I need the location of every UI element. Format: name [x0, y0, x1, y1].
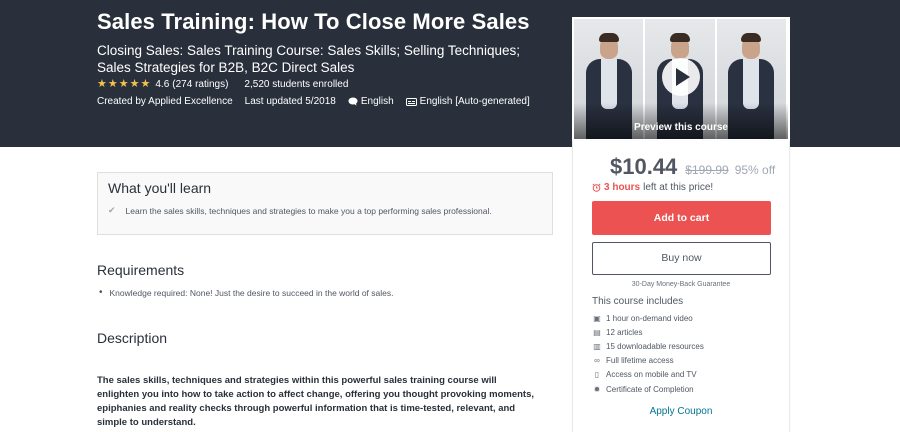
rating-count: (274 ratings)	[172, 79, 229, 90]
star-icon: ★	[107, 78, 118, 90]
what-you-learn: What you'll learn ✔ Learn the sales skil…	[97, 172, 553, 235]
includes-item: ✹ Certificate of Completion	[592, 382, 704, 396]
includes-item: ▥ 15 downloadable resources	[592, 339, 704, 353]
mobile-icon: ▯	[594, 370, 600, 380]
play-icon	[676, 68, 690, 86]
requirements-title: Requirements	[97, 262, 185, 278]
price-row: $10.44 $199.99 95% off	[610, 154, 775, 180]
speech-bubble-icon	[348, 97, 358, 106]
rating-row: ★ ★ ★ ★ ★ 4.6 (274 ratings) 2,520 studen…	[97, 79, 349, 91]
preview-label: Preview this course	[634, 122, 728, 133]
current-price: $10.44	[610, 154, 678, 179]
timer-text: left at this price!	[643, 182, 714, 193]
requirement-item: • Knowledge required: None! Just the des…	[99, 287, 394, 298]
course-meta: Created by Applied Excellence Last updat…	[97, 96, 542, 107]
course-title: Sales Training: How To Close More Sales	[97, 9, 530, 34]
original-price: $199.99	[685, 163, 729, 177]
includes-title: This course includes	[592, 296, 684, 307]
includes-item-label: Full lifetime access	[606, 356, 674, 366]
includes-item-label: Certificate of Completion	[606, 384, 694, 394]
includes-item-label: 12 articles	[606, 327, 643, 337]
bullet-icon: •	[99, 287, 103, 298]
includes-item: ▤ 12 articles	[592, 325, 704, 339]
includes-item-label: Access on mobile and TV	[606, 370, 697, 380]
rating-value: 4.6	[155, 79, 170, 90]
star-icon: ★	[129, 78, 140, 90]
checkmark-icon: ✔	[108, 205, 116, 215]
discount-percent: 95% off	[734, 163, 776, 177]
learn-item: ✔ Learn the sales skills, techniques and…	[108, 205, 492, 216]
article-icon: ▤	[593, 327, 601, 337]
purchase-sidebar: $10.44 $199.99 95% off 3 hours left at t…	[572, 141, 790, 432]
learn-title: What you'll learn	[108, 180, 212, 196]
students-enrolled: 2,520 students enrolled	[244, 79, 349, 90]
star-icon: ★	[97, 78, 107, 90]
sale-timer: 3 hours left at this price!	[592, 182, 713, 193]
includes-item: ∞ Full lifetime access	[592, 354, 704, 368]
language: English	[348, 96, 394, 107]
captions-label: English [Auto-generated]	[419, 96, 530, 107]
infinity-icon: ∞	[594, 356, 600, 366]
money-back-guarantee: 30-Day Money-Back Guarantee	[631, 281, 731, 288]
download-icon: ▥	[593, 341, 601, 351]
description-text: The sales skills, techniques and strateg…	[97, 375, 535, 428]
play-button[interactable]	[662, 58, 700, 96]
captions: English [Auto-generated]	[405, 96, 530, 107]
video-icon: ▣	[593, 313, 601, 323]
star-half-icon: ★	[140, 78, 151, 90]
learn-item-text: Learn the sales skills, techniques and s…	[125, 205, 492, 216]
star-icon: ★	[118, 78, 129, 90]
description-title: Description	[97, 330, 168, 346]
apply-coupon-link[interactable]: Apply Coupon	[573, 406, 789, 417]
language-label: English	[360, 96, 394, 107]
created-by[interactable]: Created by Applied Excellence	[97, 96, 233, 107]
add-to-cart-button[interactable]: Add to cart	[592, 201, 771, 235]
includes-item-label: 1 hour on-demand video	[606, 313, 693, 323]
course-subtitle: Closing Sales: Sales Training Course: Sa…	[97, 43, 520, 75]
last-updated: Last updated 5/2018	[244, 96, 336, 107]
includes-item: ▯ Access on mobile and TV	[592, 368, 704, 382]
timer-hours: 3 hours	[604, 182, 641, 193]
course-preview[interactable]: Preview this course	[572, 17, 790, 141]
includes-item-label: 15 downloadable resources	[606, 341, 704, 351]
rating-stars: ★ ★ ★ ★ ★	[97, 79, 151, 90]
requirement-text: Knowledge required: None! Just the desir…	[109, 287, 394, 298]
includes-item: ▣ 1 hour on-demand video	[592, 311, 704, 325]
alarm-clock-icon	[592, 183, 601, 192]
certificate-icon: ✹	[593, 384, 601, 394]
includes-list: ▣ 1 hour on-demand video ▤ 12 articles ▥ 15 d…	[592, 311, 704, 396]
buy-now-button[interactable]: Buy now	[592, 242, 771, 275]
captions-icon	[405, 97, 417, 106]
